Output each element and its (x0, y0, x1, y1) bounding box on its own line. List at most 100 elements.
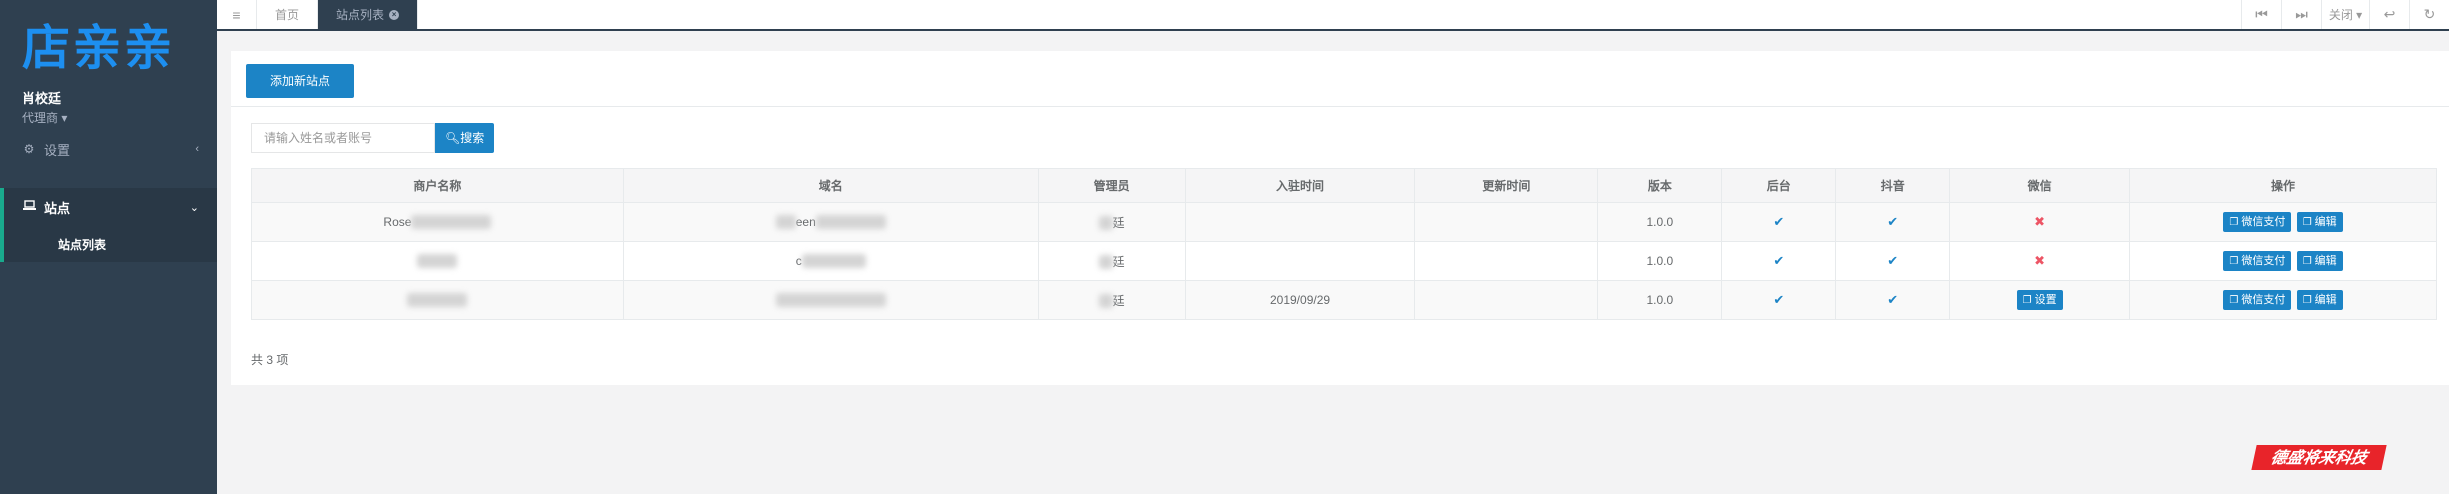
updated-cell (1414, 202, 1599, 242)
backend-status: ✔ (1721, 241, 1837, 281)
user-profile[interactable]: 肖校廷 代理商 ▾ (0, 68, 217, 130)
copy-icon: ❐ (2302, 256, 2312, 267)
sidebar-item-sites[interactable]: 站点 ⌄ (0, 188, 217, 226)
domain-text: een (795, 214, 816, 229)
wechat-pay-button[interactable]: ❐ 微信支付 (2223, 290, 2292, 310)
redacted-text (801, 254, 866, 269)
tab-label: 首页 (275, 8, 300, 22)
merchant-cell: Rose (251, 202, 624, 242)
search-input[interactable]: 请输入姓名或者账号 (251, 123, 435, 153)
merchant-cell (251, 280, 624, 320)
redacted-text (775, 293, 886, 308)
redacted-text (417, 254, 458, 269)
add-site-button[interactable]: 添加新站点 (246, 64, 355, 98)
column-header[interactable]: 微信 (1949, 168, 2131, 203)
button-label: 微信支付 (2241, 255, 2286, 267)
table-row: Rose een 廷 1.0.0 ✔ ✔ ✖ ❐ 微信支付 ❐ 编辑 (251, 202, 2437, 242)
copy-icon: ❐ (2229, 217, 2239, 228)
column-header[interactable]: 域名 (622, 168, 1039, 203)
backend-status: ✔ (1721, 202, 1837, 242)
panel-header: 添加新站点 (231, 51, 2449, 107)
admin-name: 廷 (1112, 215, 1125, 230)
column-header[interactable]: 商户名称 (251, 168, 624, 203)
search-button[interactable]: 🔍︎搜索 (435, 123, 495, 153)
version-cell: 1.0.0 (1597, 241, 1723, 281)
copy-icon: ❐ (2302, 217, 2312, 228)
search-button-label: 搜索 (460, 131, 485, 145)
wechat-status: ✖ (1949, 202, 2131, 242)
sidebar-item-label: 站点 (44, 200, 71, 216)
column-header[interactable]: 后台 (1721, 168, 1837, 203)
tab-label: 站点列表 (336, 8, 385, 22)
close-tabs-dropdown[interactable]: 关闭 ▾ (2321, 0, 2369, 29)
redacted-text (411, 215, 492, 230)
joined-cell (1184, 241, 1416, 281)
tab-home[interactable]: 首页 (257, 0, 319, 29)
version-cell: 1.0.0 (1597, 202, 1723, 242)
backend-status: ✔ (1721, 280, 1837, 320)
edit-button[interactable]: ❐ 编辑 (2296, 251, 2343, 271)
column-header[interactable]: 管理员 (1037, 168, 1186, 203)
edit-button[interactable]: ❐ 编辑 (2296, 212, 2343, 232)
updated-cell (1414, 280, 1599, 320)
copy-icon: ❐ (2022, 295, 2032, 306)
laptop-icon (22, 200, 36, 214)
user-role-dropdown[interactable]: 代理商 ▾ (22, 109, 217, 126)
column-header[interactable]: 版本 (1597, 168, 1723, 203)
column-header[interactable]: 入驻时间 (1184, 168, 1416, 203)
search-bar: 请输入姓名或者账号 🔍︎搜索 (251, 123, 495, 153)
redacted-text (815, 215, 886, 230)
scroll-tabs-left-icon[interactable]: ⏮ (2241, 0, 2281, 29)
back-icon[interactable]: ↩ (2369, 0, 2409, 29)
top-tab-bar: ≡ 首页 站点列表 × ⏮ ⏭ 关闭 ▾ ↩ ↻ (217, 0, 2449, 31)
updated-cell (1414, 241, 1599, 281)
admin-cell: 廷 (1037, 280, 1186, 320)
scroll-tabs-right-icon[interactable]: ⏭ (2281, 0, 2321, 29)
content-panel: 添加新站点 请输入姓名或者账号 🔍︎搜索 商户名称 域名 管理员 入驻时间 更新… (231, 51, 2449, 385)
refresh-icon[interactable]: ↻ (2409, 0, 2449, 29)
column-header[interactable]: 抖音 (1835, 168, 1951, 203)
sidebar-subitem-label: 站点列表 (58, 237, 107, 252)
admin-cell: 廷 (1037, 241, 1186, 281)
table-row: c 廷 1.0.0 ✔ ✔ ✖ ❐ 微信支付 ❐ 编辑 (251, 241, 2437, 281)
domain-cell: een (622, 202, 1039, 242)
watermark-logo: 德盛将来科技 (2251, 445, 2387, 470)
wechat-status: ✖ (1949, 241, 2131, 281)
douyin-status: ✔ (1835, 280, 1951, 320)
tab-site-list[interactable]: 站点列表 × (318, 0, 419, 29)
admin-cell: 廷 (1037, 202, 1186, 242)
version-cell: 1.0.0 (1597, 280, 1723, 320)
douyin-status: ✔ (1835, 241, 1951, 281)
close-tab-icon[interactable]: × (389, 9, 400, 20)
chevron-left-icon: ‹ (195, 143, 199, 155)
joined-cell: 2019/09/29 (1184, 280, 1416, 320)
sidebar-item-settings[interactable]: ⚙ 设置 ‹ (0, 130, 217, 168)
actions-cell: ❐ 微信支付 ❐ 编辑 (2129, 241, 2437, 281)
wechat-settings-button[interactable]: ❐ 设置 (2016, 290, 2063, 310)
column-header[interactable]: 更新时间 (1414, 168, 1599, 203)
edit-button[interactable]: ❐ 编辑 (2296, 290, 2343, 310)
wechat-cell: ❐ 设置 (1949, 280, 2131, 320)
gear-icon: ⚙ (23, 142, 35, 156)
table-row: 廷 2019/09/29 1.0.0 ✔ ✔ ❐ 设置 ❐ 微信支付 ❐ 编辑 (251, 280, 2437, 320)
sidebar-subitem-site-list[interactable]: 站点列表 (0, 226, 217, 262)
column-header[interactable]: 操作 (2129, 168, 2437, 203)
table-header-row: 商户名称 域名 管理员 入驻时间 更新时间 版本 后台 抖音 微信 操作 (251, 168, 2437, 203)
wechat-pay-button[interactable]: ❐ 微信支付 (2223, 251, 2292, 271)
merchant-name: Rose (383, 214, 412, 229)
domain-text: c (795, 253, 802, 268)
button-label: 编辑 (2314, 216, 2337, 228)
merchant-cell (251, 241, 624, 281)
sidebar: 店亲亲 肖校廷 代理商 ▾ ⚙ 设置 ‹ 站点 ⌄ 站点列表 (0, 0, 217, 494)
menu-toggle-icon[interactable]: ≡ (217, 0, 257, 29)
joined-cell (1184, 202, 1416, 242)
redacted-text (775, 215, 796, 230)
wechat-pay-button[interactable]: ❐ 微信支付 (2223, 212, 2292, 232)
button-label: 微信支付 (2241, 294, 2286, 306)
redacted-text (1098, 255, 1113, 270)
button-label: 编辑 (2314, 294, 2337, 306)
button-label: 微信支付 (2241, 216, 2286, 228)
record-count: 共 3 项 (251, 353, 289, 367)
admin-name: 廷 (1112, 293, 1125, 308)
redacted-text (1098, 294, 1113, 309)
